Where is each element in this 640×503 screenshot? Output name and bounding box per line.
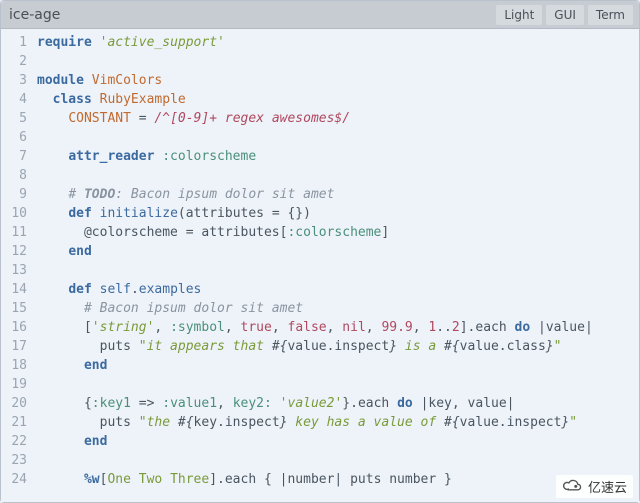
editor-window: ice-age Light GUI Term 12345678910111213… bbox=[0, 0, 640, 503]
code-line bbox=[37, 128, 639, 147]
tab-term[interactable]: Term bbox=[588, 5, 633, 25]
line-number: 18 bbox=[1, 356, 27, 375]
line-number: 3 bbox=[1, 71, 27, 90]
line-number: 9 bbox=[1, 185, 27, 204]
line-number: 15 bbox=[1, 299, 27, 318]
line-number: 20 bbox=[1, 394, 27, 413]
line-number: 1 bbox=[1, 33, 27, 52]
code-line bbox=[37, 451, 639, 470]
code-line bbox=[37, 261, 639, 280]
editor-area: 123456789101112131415161718192021222324 … bbox=[1, 29, 639, 502]
code-line bbox=[37, 52, 639, 71]
code-line: def initialize(attributes = {}) bbox=[37, 204, 639, 223]
tab-light[interactable]: Light bbox=[496, 5, 542, 25]
code-line: end bbox=[37, 432, 639, 451]
code-line: %w[One Two Three].each { |number| puts n… bbox=[37, 470, 639, 489]
line-number: 11 bbox=[1, 223, 27, 242]
cloud-icon bbox=[562, 477, 584, 496]
line-number: 5 bbox=[1, 109, 27, 128]
line-number: 19 bbox=[1, 375, 27, 394]
code-line: # TODO: Bacon ipsum dolor sit amet bbox=[37, 185, 639, 204]
code-line: module VimColors bbox=[37, 71, 639, 90]
line-number: 2 bbox=[1, 52, 27, 71]
window-title: ice-age bbox=[7, 7, 496, 23]
code-line: attr_reader :colorscheme bbox=[37, 147, 639, 166]
theme-tabs: Light GUI Term bbox=[496, 5, 633, 25]
line-number: 7 bbox=[1, 147, 27, 166]
code-line: end bbox=[37, 356, 639, 375]
code-line: @colorscheme = attributes[:colorscheme] bbox=[37, 223, 639, 242]
code-line bbox=[37, 166, 639, 185]
line-number: 17 bbox=[1, 337, 27, 356]
watermark: 亿速云 bbox=[556, 475, 633, 498]
code-content[interactable]: require 'active_support' module VimColor… bbox=[33, 29, 639, 502]
line-number: 22 bbox=[1, 432, 27, 451]
code-line: ['string', :symbol, true, false, nil, 99… bbox=[37, 318, 639, 337]
line-number: 6 bbox=[1, 128, 27, 147]
code-line: # Bacon ipsum dolor sit amet bbox=[37, 299, 639, 318]
line-number: 23 bbox=[1, 451, 27, 470]
code-line bbox=[37, 375, 639, 394]
line-number: 24 bbox=[1, 470, 27, 489]
line-number: 4 bbox=[1, 90, 27, 109]
code-line: CONSTANT = /^[0-9]+ regex awesomes$/ bbox=[37, 109, 639, 128]
code-line: {:key1 => :value1, key2: 'value2'}.each … bbox=[37, 394, 639, 413]
titlebar: ice-age Light GUI Term bbox=[1, 1, 639, 29]
code-line: puts "it appears that #{value.inspect} i… bbox=[37, 337, 639, 356]
code-line: require 'active_support' bbox=[37, 33, 639, 52]
line-number: 21 bbox=[1, 413, 27, 432]
line-number: 10 bbox=[1, 204, 27, 223]
code-line: class RubyExample bbox=[37, 90, 639, 109]
line-number-gutter: 123456789101112131415161718192021222324 bbox=[1, 29, 33, 502]
line-number: 14 bbox=[1, 280, 27, 299]
code-line: def self.examples bbox=[37, 280, 639, 299]
tab-gui[interactable]: GUI bbox=[546, 5, 584, 25]
line-number: 8 bbox=[1, 166, 27, 185]
line-number: 12 bbox=[1, 242, 27, 261]
line-number: 13 bbox=[1, 261, 27, 280]
watermark-text: 亿速云 bbox=[588, 477, 627, 496]
line-number: 16 bbox=[1, 318, 27, 337]
code-line: end bbox=[37, 242, 639, 261]
code-line: puts "the #{key.inspect} key has a value… bbox=[37, 413, 639, 432]
